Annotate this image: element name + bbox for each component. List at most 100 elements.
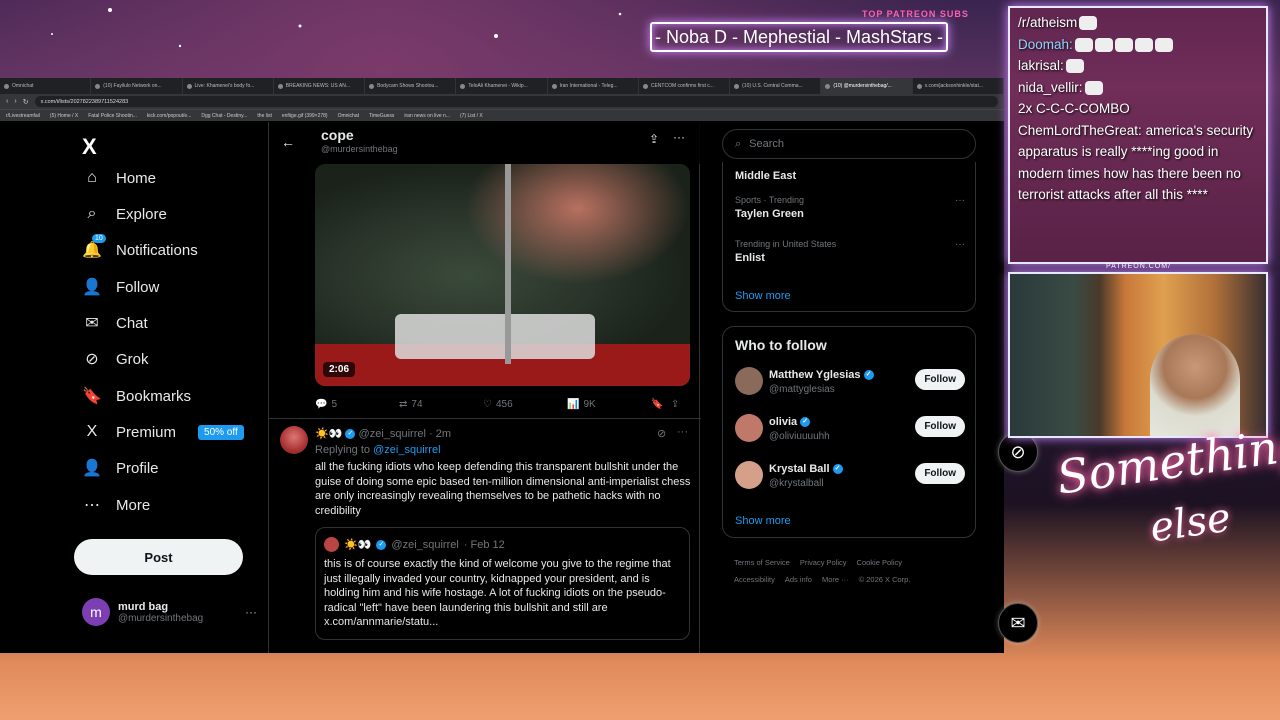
share-icon[interactable]: ⇪: [671, 399, 679, 410]
browser-tab[interactable]: TeloAli Khamenei - Wikip...: [456, 78, 548, 94]
bookmark-item[interactable]: Fatal Police Shootin...: [88, 113, 137, 119]
quote-tweet[interactable]: ☀️👀 ✓ @zei_squirrel · Feb 12 this is of …: [315, 527, 690, 640]
back-nav-icon[interactable]: ‹: [6, 98, 8, 105]
tab-favicon-icon: [277, 83, 283, 89]
bookmark-item[interactable]: r/Livestreamfail: [6, 113, 40, 119]
sidebar-item-notifications[interactable]: 🔔 10 Notifications: [82, 234, 198, 260]
address-input[interactable]: x.com/i/lists/2027822389711524283: [34, 96, 998, 107]
icon-glyph: ⌕: [87, 205, 97, 222]
browser-tab[interactable]: Live: Khamenei's body fo...: [183, 78, 274, 94]
footer-link[interactable]: Terms of Service: [734, 558, 790, 567]
avatar[interactable]: [735, 414, 763, 442]
messages-fab-icon[interactable]: ✉: [998, 603, 1038, 643]
suggested-account[interactable]: Matthew Yglesias ✓ @mattyglesias Follow: [735, 367, 965, 399]
bookmark-icon[interactable]: 🔖: [651, 399, 671, 410]
emote-icon: [1154, 37, 1173, 52]
sidebar-item-more[interactable]: ⋯ More: [82, 495, 150, 515]
browser-tab[interactable]: (10) Fayilulo Network on...: [91, 78, 183, 94]
trend-item[interactable]: Trending in United States Enlist ···: [735, 239, 965, 264]
account-name-text: Matthew Yglesias: [769, 369, 861, 381]
search-icon: ⌕: [735, 137, 742, 150]
avatar: m: [82, 598, 110, 626]
bookmark-item[interactable]: Omnichat: [338, 113, 359, 119]
tweet-time[interactable]: · 2m: [429, 428, 451, 440]
follow-button[interactable]: Follow: [915, 416, 965, 437]
reply-button[interactable]: 💬 5: [315, 399, 399, 410]
suggested-account[interactable]: olivia ✓ @oliviuuuuhh Follow: [735, 414, 965, 446]
more-options-icon[interactable]: ···: [955, 239, 965, 250]
more-options-icon[interactable]: ···: [955, 195, 965, 206]
like-button[interactable]: ♡ 456: [483, 399, 567, 410]
sidebar-item-label: Premium: [116, 423, 177, 441]
trend-item[interactable]: Middle East: [735, 167, 965, 182]
follow-button[interactable]: Follow: [915, 463, 965, 484]
browser-tab[interactable]: Bodycam Shows Shootou...: [365, 78, 457, 94]
sidebar-item-chat[interactable]: ✉ Chat: [82, 313, 148, 333]
more-options-icon[interactable]: ···: [677, 426, 688, 438]
browser-tab[interactable]: x.com/jacksonhinkle/stat...: [913, 78, 1004, 94]
footer-link[interactable]: Privacy Policy: [800, 558, 847, 567]
back-arrow-icon[interactable]: ←: [281, 134, 295, 150]
sidebar-item-profile[interactable]: 👤 Profile: [82, 458, 159, 478]
video-player[interactable]: 2:06: [315, 164, 690, 386]
suggested-account[interactable]: Krystal Ball ✓ @krystalball Follow: [735, 461, 965, 493]
browser-tab[interactable]: (10) @murdersinthebag/...: [821, 78, 913, 94]
forward-nav-icon[interactable]: ›: [14, 98, 16, 105]
footer-link[interactable]: Ads info: [785, 575, 812, 584]
tweet-author-name[interactable]: ☀️👀: [315, 428, 342, 440]
footer-link[interactable]: More ···: [822, 575, 849, 584]
browser-tab[interactable]: BREAKING NEWS: US AN...: [274, 78, 366, 94]
browser-tab[interactable]: Iran International - Teleg...: [548, 78, 639, 94]
bookmark-item[interactable]: (5) Home / X: [50, 113, 78, 119]
footer-link[interactable]: Accessibility: [734, 575, 775, 584]
account-switcher[interactable]: m murd bag @murdersinthebag ···: [82, 598, 257, 626]
sidebar-item-bookmarks[interactable]: 🔖 Bookmarks: [82, 386, 191, 406]
bookmark-item[interactable]: iran news on live n...: [404, 113, 450, 119]
emote-icon: [1079, 16, 1098, 31]
avatar[interactable]: [735, 367, 763, 395]
tweet-author-handle[interactable]: @zei_squirrel: [359, 428, 426, 440]
avatar[interactable]: [735, 461, 763, 489]
tweet-actions: 💬 5 ⇄ 74 ♡ 456 📊 9K 🔖 ⇪: [315, 396, 690, 412]
replying-to-link[interactable]: @zei_squirrel: [373, 444, 440, 456]
x-logo-icon[interactable]: X: [82, 134, 97, 160]
bookmark-item[interactable]: (7) List / X: [460, 113, 483, 119]
sidebar-item-label: Chat: [116, 314, 148, 332]
who-to-follow-show-more-link[interactable]: Show more: [735, 515, 791, 527]
more-dots-icon[interactable]: ···: [245, 605, 257, 619]
browser-tab[interactable]: CENTCOM confirms first c...: [639, 78, 731, 94]
trends-show-more-link[interactable]: Show more: [735, 290, 791, 302]
sidebar-item-grok[interactable]: ⊘ Grok: [82, 349, 148, 369]
notifications-icon: 🔔 10: [82, 234, 106, 260]
bookmark-item[interactable]: kick.com/popout/e...: [147, 113, 191, 119]
sidebar-item-label: Follow: [116, 278, 160, 296]
repost-button[interactable]: ⇄ 74: [399, 399, 483, 410]
trend-item[interactable]: Sports · Trending Taylen Green ···: [735, 195, 965, 220]
follow-button[interactable]: Follow: [915, 369, 965, 390]
more-options-icon[interactable]: ···: [673, 130, 685, 144]
footer-link[interactable]: Cookie Policy: [857, 558, 902, 567]
grok-fab-icon[interactable]: ⊘: [998, 432, 1038, 472]
url-bar: ‹ › ↻ x.com/i/lists/2027822389711524283: [0, 94, 1004, 109]
browser-tab[interactable]: Omnichat: [0, 78, 92, 94]
search-input[interactable]: ⌕ Search: [722, 129, 976, 159]
footer-link[interactable]: © 2026 X Corp.: [859, 575, 911, 584]
sidebar-item-home[interactable]: ⌂ Home: [82, 168, 156, 188]
sidebar-item-explore[interactable]: ⌕ Explore: [82, 204, 167, 224]
avatar[interactable]: [280, 426, 308, 454]
sidebar-item-follow[interactable]: 👤 Follow: [82, 277, 159, 297]
reply-count: 5: [331, 398, 338, 410]
share-icon[interactable]: ⇪: [649, 132, 659, 146]
bookmark-item[interactable]: TimeGuess: [369, 113, 394, 119]
bookmark-item[interactable]: Dgg Chat - Destiny...: [201, 113, 247, 119]
sidebar-item-label: More: [116, 496, 151, 514]
reload-icon[interactable]: ↻: [23, 98, 29, 106]
browser-tab[interactable]: (10) U.S. Central Comma...: [730, 78, 822, 94]
verified-icon: ✓: [376, 539, 387, 550]
grok-icon[interactable]: ⊘: [657, 427, 666, 440]
bookmark-item[interactable]: the list: [257, 113, 271, 119]
post-button[interactable]: Post: [74, 539, 243, 575]
sidebar-item-premium[interactable]: X Premium 50% off: [82, 422, 244, 442]
bookmark-item[interactable]: enfiige.gif (399×278): [282, 113, 328, 119]
views-button[interactable]: 📊 9K: [567, 399, 651, 410]
